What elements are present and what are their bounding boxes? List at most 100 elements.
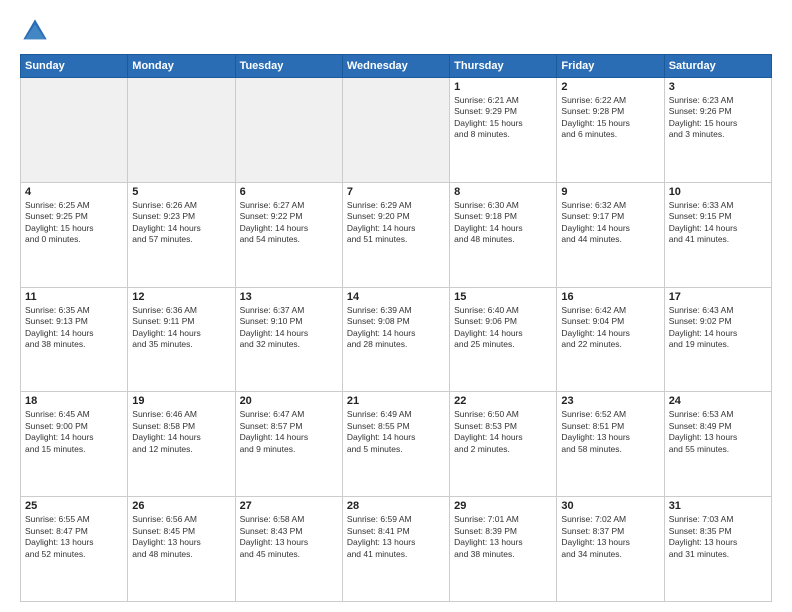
calendar-cell: 18 Sunrise: 6:45 AMSunset: 9:00 PMDayligh…: [21, 392, 128, 497]
calendar-body: 1Sunrise: 6:21 AMSunset: 9:29 PMDaylight…: [21, 78, 772, 602]
calendar-cell: 11Sunrise: 6:35 AMSunset: 9:13 PMDayligh…: [21, 287, 128, 392]
weekday-header-friday: Friday: [557, 55, 664, 78]
calendar-cell: 21 Sunrise: 6:49 AMSunset: 8:55 PMDayligh…: [342, 392, 449, 497]
day-number: 13: [240, 291, 338, 303]
weekday-header-thursday: Thursday: [450, 55, 557, 78]
weekday-header-tuesday: Tuesday: [235, 55, 342, 78]
calendar-cell: 15 Sunrise: 6:40 AMSunset: 9:06 PMDayligh…: [450, 287, 557, 392]
calendar-cell: 4Sunrise: 6:25 AMSunset: 9:25 PMDaylight…: [21, 182, 128, 287]
day-info: Sunrise: 7:02 AMSunset: 8:37 PMDaylight:…: [561, 514, 659, 560]
calendar-header: SundayMondayTuesdayWednesdayThursdayFrid…: [21, 55, 772, 78]
day-number: 30: [561, 500, 659, 512]
day-number: 2: [561, 81, 659, 93]
calendar-cell: [128, 78, 235, 183]
calendar-cell: 28 Sunrise: 6:59 AMSunset: 8:41 PMDayligh…: [342, 497, 449, 602]
calendar-cell: 17Sunrise: 6:43 AMSunset: 9:02 PMDayligh…: [664, 287, 771, 392]
day-number: 26: [132, 500, 230, 512]
weekday-header-sunday: Sunday: [21, 55, 128, 78]
day-number: 29: [454, 500, 552, 512]
calendar-cell: 26 Sunrise: 6:56 AMSunset: 8:45 PMDayligh…: [128, 497, 235, 602]
day-info: Sunrise: 6:43 AMSunset: 9:02 PMDaylight:…: [669, 305, 767, 351]
calendar-table: SundayMondayTuesdayWednesdayThursdayFrid…: [20, 54, 772, 602]
calendar-cell: 13 Sunrise: 6:37 AMSunset: 9:10 PMDayligh…: [235, 287, 342, 392]
day-info: Sunrise: 7:01 AMSunset: 8:39 PMDaylight:…: [454, 514, 552, 560]
day-info: Sunrise: 6:52 AMSunset: 8:51 PMDaylight:…: [561, 409, 659, 455]
calendar-cell: [342, 78, 449, 183]
calendar-cell: 9 Sunrise: 6:32 AMSunset: 9:17 PMDaylight…: [557, 182, 664, 287]
calendar-cell: 20 Sunrise: 6:47 AMSunset: 8:57 PMDayligh…: [235, 392, 342, 497]
day-info: Sunrise: 6:21 AMSunset: 9:29 PMDaylight:…: [454, 95, 552, 141]
calendar-cell: 19Sunrise: 6:46 AMSunset: 8:58 PMDayligh…: [128, 392, 235, 497]
day-number: 19: [132, 395, 230, 407]
day-number: 24: [669, 395, 767, 407]
day-number: 6: [240, 186, 338, 198]
day-info: Sunrise: 6:42 AMSunset: 9:04 PMDaylight:…: [561, 305, 659, 351]
calendar-cell: 5 Sunrise: 6:26 AMSunset: 9:23 PMDaylight…: [128, 182, 235, 287]
calendar-cell: 22 Sunrise: 6:50 AMSunset: 8:53 PMDayligh…: [450, 392, 557, 497]
day-number: 10: [669, 186, 767, 198]
day-number: 9: [561, 186, 659, 198]
day-number: 12: [132, 291, 230, 303]
day-info: Sunrise: 6:26 AMSunset: 9:23 PMDaylight:…: [132, 200, 230, 246]
day-info: Sunrise: 6:49 AMSunset: 8:55 PMDaylight:…: [347, 409, 445, 455]
calendar-cell: 10 Sunrise: 6:33 AMSunset: 9:15 PMDayligh…: [664, 182, 771, 287]
day-number: 8: [454, 186, 552, 198]
calendar-cell: 12 Sunrise: 6:36 AMSunset: 9:11 PMDayligh…: [128, 287, 235, 392]
calendar-cell: 27Sunrise: 6:58 AMSunset: 8:43 PMDayligh…: [235, 497, 342, 602]
day-number: 16: [561, 291, 659, 303]
day-info: Sunrise: 6:29 AMSunset: 9:20 PMDaylight:…: [347, 200, 445, 246]
day-info: Sunrise: 6:45 AMSunset: 9:00 PMDaylight:…: [25, 409, 123, 455]
day-info: Sunrise: 6:53 AMSunset: 8:49 PMDaylight:…: [669, 409, 767, 455]
calendar-cell: 31Sunrise: 7:03 AMSunset: 8:35 PMDayligh…: [664, 497, 771, 602]
day-info: Sunrise: 6:22 AMSunset: 9:28 PMDaylight:…: [561, 95, 659, 141]
calendar-cell: 24 Sunrise: 6:53 AMSunset: 8:49 PMDayligh…: [664, 392, 771, 497]
calendar-cell: 25Sunrise: 6:55 AMSunset: 8:47 PMDayligh…: [21, 497, 128, 602]
weekday-header-row: SundayMondayTuesdayWednesdayThursdayFrid…: [21, 55, 772, 78]
day-number: 31: [669, 500, 767, 512]
day-info: Sunrise: 6:39 AMSunset: 9:08 PMDaylight:…: [347, 305, 445, 351]
logo-icon: [20, 16, 50, 46]
day-info: Sunrise: 6:25 AMSunset: 9:25 PMDaylight:…: [25, 200, 123, 246]
day-number: 3: [669, 81, 767, 93]
calendar-cell: 29 Sunrise: 7:01 AMSunset: 8:39 PMDayligh…: [450, 497, 557, 602]
calendar-cell: 2 Sunrise: 6:22 AMSunset: 9:28 PMDaylight…: [557, 78, 664, 183]
day-info: Sunrise: 6:40 AMSunset: 9:06 PMDaylight:…: [454, 305, 552, 351]
day-info: Sunrise: 6:32 AMSunset: 9:17 PMDaylight:…: [561, 200, 659, 246]
header: [20, 16, 772, 46]
calendar-cell: [21, 78, 128, 183]
day-info: Sunrise: 6:30 AMSunset: 9:18 PMDaylight:…: [454, 200, 552, 246]
day-info: Sunrise: 6:50 AMSunset: 8:53 PMDaylight:…: [454, 409, 552, 455]
day-number: 21: [347, 395, 445, 407]
day-info: Sunrise: 6:47 AMSunset: 8:57 PMDaylight:…: [240, 409, 338, 455]
day-number: 20: [240, 395, 338, 407]
calendar-cell: 6Sunrise: 6:27 AMSunset: 9:22 PMDaylight…: [235, 182, 342, 287]
logo: [20, 16, 56, 46]
day-info: Sunrise: 6:59 AMSunset: 8:41 PMDaylight:…: [347, 514, 445, 560]
day-number: 7: [347, 186, 445, 198]
calendar-week-row: 18 Sunrise: 6:45 AMSunset: 9:00 PMDayligh…: [21, 392, 772, 497]
weekday-header-wednesday: Wednesday: [342, 55, 449, 78]
day-info: Sunrise: 6:37 AMSunset: 9:10 PMDaylight:…: [240, 305, 338, 351]
calendar-cell: 14 Sunrise: 6:39 AMSunset: 9:08 PMDayligh…: [342, 287, 449, 392]
calendar-cell: 3Sunrise: 6:23 AMSunset: 9:26 PMDaylight…: [664, 78, 771, 183]
calendar-cell: 16 Sunrise: 6:42 AMSunset: 9:04 PMDayligh…: [557, 287, 664, 392]
calendar-week-row: 1Sunrise: 6:21 AMSunset: 9:29 PMDaylight…: [21, 78, 772, 183]
day-number: 5: [132, 186, 230, 198]
weekday-header-saturday: Saturday: [664, 55, 771, 78]
calendar-cell: 30 Sunrise: 7:02 AMSunset: 8:37 PMDayligh…: [557, 497, 664, 602]
day-number: 14: [347, 291, 445, 303]
day-number: 18: [25, 395, 123, 407]
calendar-week-row: 11Sunrise: 6:35 AMSunset: 9:13 PMDayligh…: [21, 287, 772, 392]
calendar-cell: 7 Sunrise: 6:29 AMSunset: 9:20 PMDaylight…: [342, 182, 449, 287]
day-number: 27: [240, 500, 338, 512]
day-info: Sunrise: 6:33 AMSunset: 9:15 PMDaylight:…: [669, 200, 767, 246]
day-number: 15: [454, 291, 552, 303]
day-info: Sunrise: 6:36 AMSunset: 9:11 PMDaylight:…: [132, 305, 230, 351]
calendar-week-row: 25Sunrise: 6:55 AMSunset: 8:47 PMDayligh…: [21, 497, 772, 602]
page: SundayMondayTuesdayWednesdayThursdayFrid…: [0, 0, 792, 612]
day-number: 28: [347, 500, 445, 512]
day-number: 11: [25, 291, 123, 303]
calendar-cell: 8 Sunrise: 6:30 AMSunset: 9:18 PMDaylight…: [450, 182, 557, 287]
day-info: Sunrise: 6:56 AMSunset: 8:45 PMDaylight:…: [132, 514, 230, 560]
day-number: 22: [454, 395, 552, 407]
